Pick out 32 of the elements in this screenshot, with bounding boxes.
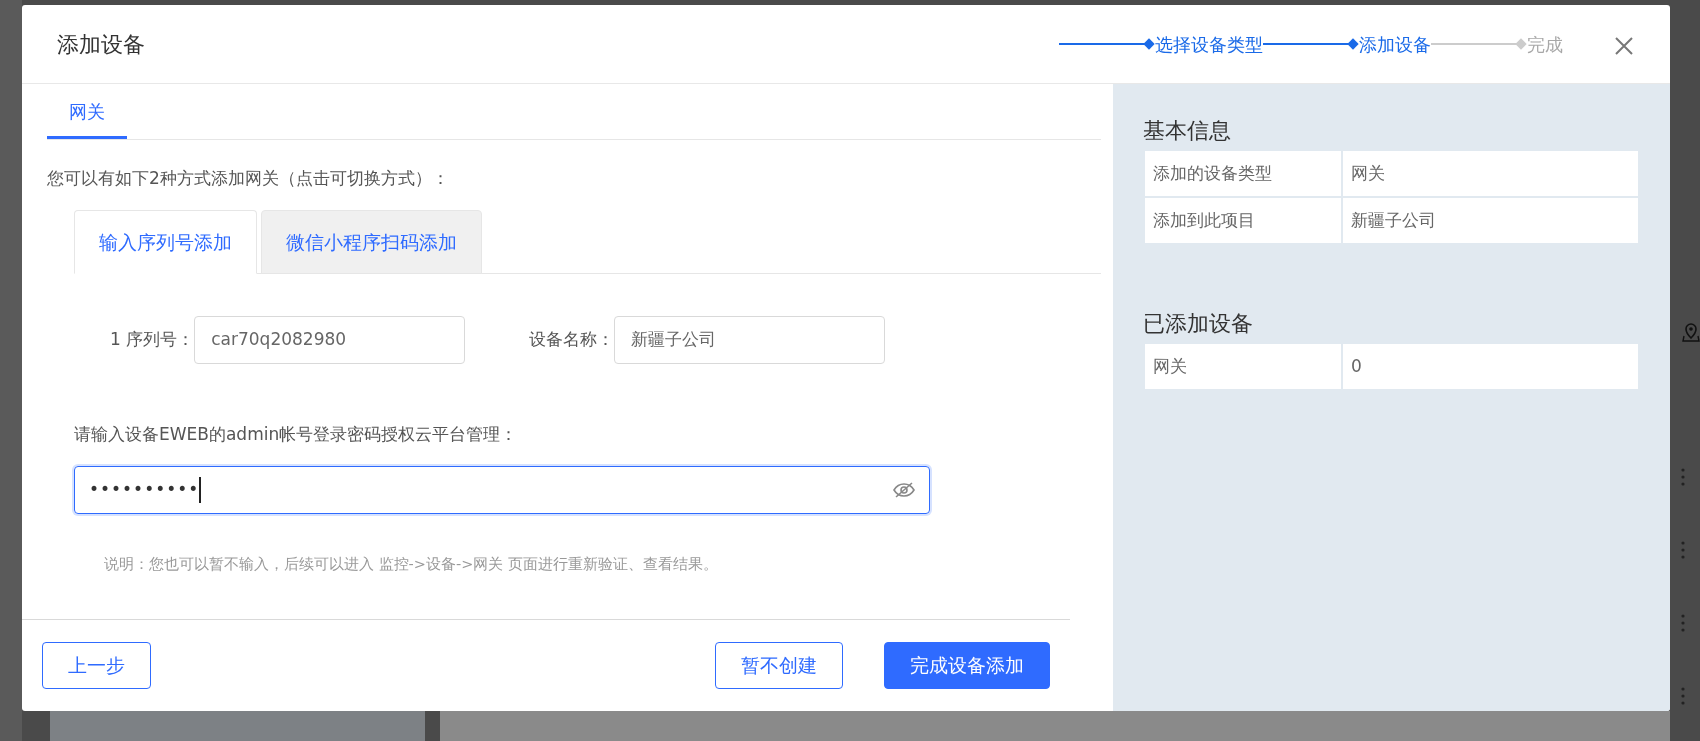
field-label: 设备名称：	[529, 328, 615, 352]
submit-button[interactable]: 完成设备添加	[884, 642, 1050, 689]
label-cell: 添加到此项目	[1144, 197, 1342, 244]
more-icon[interactable]	[1680, 614, 1686, 632]
map-pin-icon	[1682, 322, 1700, 342]
note-text: 说明：您也可以暂不输入，后续可以进入 监控->设备->网关 页面进行重新验证、查看结果。	[104, 554, 719, 574]
dialog-title: 添加设备	[57, 30, 145, 59]
value-cell: 新疆子公司	[1342, 197, 1639, 244]
outline-button[interactable]: 暂不创建	[715, 642, 843, 689]
value-cell: 0	[1342, 343, 1639, 390]
input-field[interactable]: car70q2082980	[194, 316, 466, 364]
intro-text: 您可以有如下2种方式添加网关（点击可切换方式）：	[47, 167, 450, 190]
field-label: 1 序列号：	[110, 328, 195, 352]
label-cell: 添加的设备类型	[1144, 150, 1342, 197]
label-cell: 网关	[1144, 343, 1342, 390]
more-icon[interactable]	[1680, 541, 1686, 559]
field-label: 请输入设备EWEB的admin帐号登录密码授权云平台管理：	[74, 423, 519, 446]
outline-button[interactable]: 上一步	[42, 642, 151, 689]
more-icon[interactable]	[1680, 468, 1686, 486]
tab[interactable]: 微信小程序扫码添加	[261, 209, 482, 274]
more-icon[interactable]	[1680, 687, 1686, 705]
step-label: 添加设备	[1359, 32, 1431, 57]
value-cell: 网关	[1342, 150, 1639, 197]
step-label: 完成	[1527, 32, 1563, 57]
input-field[interactable]: 新疆子公司	[614, 316, 886, 364]
password-field[interactable]: ••••••••••	[74, 465, 930, 514]
section-title: 已添加设备	[1143, 310, 1254, 338]
tab[interactable]: 网关	[47, 84, 127, 139]
eye-slash-icon[interactable]	[893, 480, 915, 499]
step-label: 选择设备类型	[1155, 32, 1263, 57]
section-title: 基本信息	[1143, 117, 1232, 145]
tab[interactable]: 输入序列号添加	[74, 209, 257, 274]
